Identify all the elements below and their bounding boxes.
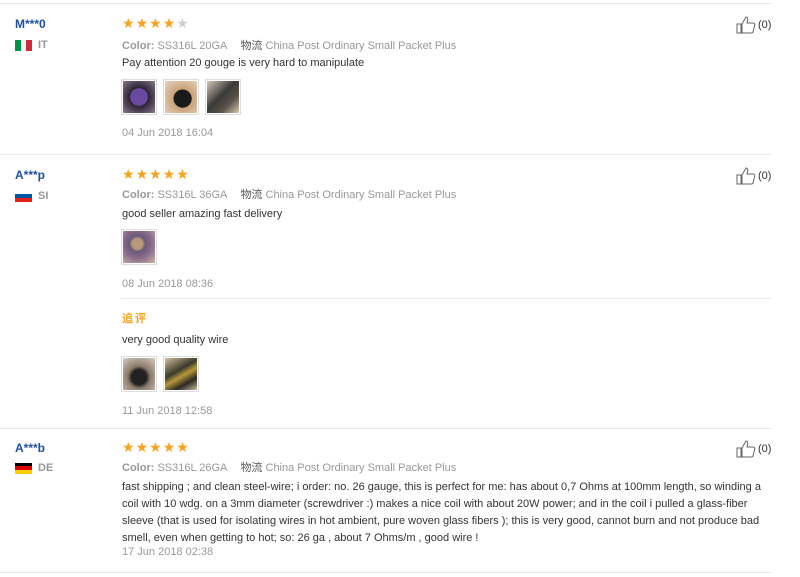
- review-text: Pay attention 20 gouge is very hard to m…: [122, 57, 365, 69]
- review-date: 17 Jun 2018 02:38: [122, 546, 214, 558]
- review-photos: [121, 229, 157, 265]
- color-value: SS316L 36GA: [157, 189, 228, 201]
- star-icon: ★: [149, 166, 162, 182]
- followup-text: very good quality wire: [122, 334, 229, 346]
- star-rating: ★ ★ ★ ★ ★: [122, 167, 189, 181]
- star-icon: ★: [135, 15, 149, 31]
- flag-italy-icon: [15, 39, 32, 51]
- additional-review-label: 追评: [122, 313, 148, 325]
- review-photo[interactable]: [121, 356, 157, 392]
- reviewer-country: IT: [15, 39, 48, 51]
- review-date: 04 Jun 2018 16:04: [122, 127, 214, 139]
- color-value: SS316L 26GA: [157, 462, 228, 474]
- top-divider: [0, 3, 771, 4]
- star-icon: ★: [135, 166, 149, 182]
- review-photo[interactable]: [163, 356, 199, 392]
- logistics-value: China Post Ordinary Small Packet Plus: [265, 189, 457, 201]
- thumbs-up-icon: [736, 167, 756, 185]
- star-icon: ★: [149, 439, 162, 455]
- logistics-label: 物流: [240, 40, 263, 52]
- review-photos: [121, 79, 241, 115]
- star-icon: ★: [122, 15, 135, 31]
- reviewer-name: M***0: [15, 17, 46, 31]
- order-info: Color: SS316L 36GA 物流 China Post Ordinar…: [122, 186, 456, 202]
- like-count: (0): [758, 443, 772, 455]
- reviewer-country: DE: [15, 462, 53, 474]
- star-empty-icon: ★: [176, 15, 189, 31]
- color-label: Color:: [122, 40, 155, 52]
- star-icon: ★: [162, 166, 176, 182]
- country-code: SI: [38, 190, 49, 202]
- followup-photos: [121, 356, 199, 392]
- reviewer-name: A***b: [15, 441, 46, 455]
- star-rating: ★ ★ ★ ★ ★: [122, 16, 189, 30]
- flag-germany-icon: [15, 462, 32, 474]
- like-button[interactable]: (0): [736, 16, 771, 34]
- review-divider: [0, 572, 771, 573]
- reviewer-name: A***p: [15, 168, 46, 182]
- star-icon: ★: [162, 15, 176, 31]
- like-count: (0): [758, 19, 772, 31]
- review-photo[interactable]: [121, 79, 157, 115]
- color-label: Color:: [122, 462, 155, 474]
- review-photo[interactable]: [205, 79, 241, 115]
- review-photo[interactable]: [121, 229, 157, 265]
- review-divider: [0, 154, 771, 155]
- like-button[interactable]: (0): [736, 440, 771, 458]
- followup-date: 11 Jun 2018 12:58: [122, 405, 213, 417]
- like-button[interactable]: (0): [736, 167, 771, 185]
- color-label: Color:: [122, 189, 155, 201]
- order-info: Color: SS316L 26GA 物流 China Post Ordinar…: [122, 459, 456, 475]
- flag-slovenia-icon: [15, 190, 32, 202]
- review-divider: [0, 428, 771, 429]
- review-photo[interactable]: [163, 79, 199, 115]
- logistics-value: China Post Ordinary Small Packet Plus: [265, 40, 457, 52]
- logistics-label: 物流: [240, 189, 263, 201]
- review-date: 08 Jun 2018 08:36: [122, 278, 214, 290]
- followup-divider: [121, 298, 771, 299]
- country-code: IT: [38, 39, 48, 51]
- star-icon: ★: [149, 15, 162, 31]
- star-icon: ★: [122, 166, 135, 182]
- star-icon: ★: [176, 166, 189, 182]
- review-text: good seller amazing fast delivery: [122, 208, 283, 220]
- like-count: (0): [758, 170, 772, 182]
- star-rating: ★ ★ ★ ★ ★: [122, 440, 189, 454]
- star-icon: ★: [122, 439, 135, 455]
- star-icon: ★: [135, 439, 149, 455]
- thumbs-up-icon: [736, 16, 756, 34]
- review-text: fast shipping ; and clean steel-wire; i …: [122, 481, 761, 544]
- thumbs-up-icon: [736, 440, 756, 458]
- color-value: SS316L 20GA: [157, 40, 228, 52]
- reviewer-country: SI: [15, 190, 48, 202]
- star-icon: ★: [176, 439, 189, 455]
- star-icon: ★: [162, 439, 176, 455]
- logistics-value: China Post Ordinary Small Packet Plus: [265, 462, 457, 474]
- logistics-label: 物流: [240, 462, 263, 474]
- country-code: DE: [38, 462, 54, 474]
- order-info: Color: SS316L 20GA 物流 China Post Ordinar…: [122, 37, 456, 53]
